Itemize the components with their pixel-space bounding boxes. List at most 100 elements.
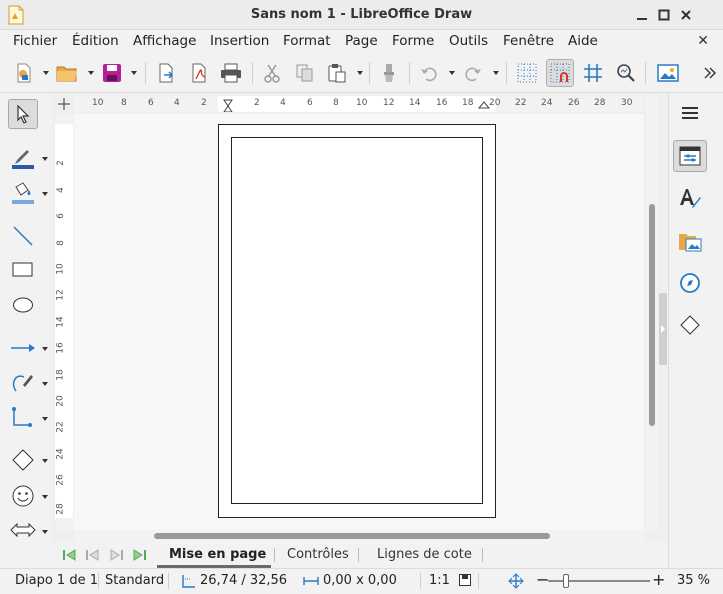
more-tools-chevron-icon[interactable] bbox=[696, 59, 723, 87]
ruler-origin-crosshair-icon[interactable] bbox=[56, 96, 72, 112]
first-tab-icon[interactable] bbox=[62, 547, 78, 563]
hruler-label: 24 bbox=[541, 98, 553, 108]
display-grid-icon[interactable] bbox=[513, 59, 541, 87]
menu-affichage[interactable]: Affichage bbox=[133, 33, 196, 49]
basic-shapes-dropdown-arrow[interactable] bbox=[42, 459, 48, 463]
sidebar-collapse-handle[interactable] bbox=[659, 293, 667, 365]
menu-edition[interactable]: Édition bbox=[72, 33, 119, 49]
lines-arrows-tool-icon[interactable] bbox=[8, 333, 38, 363]
symbol-shapes-dropdown-arrow[interactable] bbox=[42, 495, 48, 499]
drawing-page[interactable] bbox=[218, 124, 496, 518]
hruler-label: 8 bbox=[333, 98, 339, 108]
insert-image-icon[interactable] bbox=[654, 59, 682, 87]
navigator-panel-compass-icon[interactable] bbox=[673, 267, 707, 299]
connectors-tool-icon[interactable] bbox=[8, 403, 38, 433]
window-title: Sans nom 1 - LibreOffice Draw bbox=[250, 7, 473, 22]
menu-page[interactable]: Page bbox=[345, 33, 378, 49]
close-window-icon[interactable] bbox=[677, 6, 695, 24]
hruler-label: 2 bbox=[201, 98, 207, 108]
save-icon[interactable] bbox=[98, 59, 126, 87]
vruler-label: 28 bbox=[55, 503, 66, 515]
paste-icon[interactable] bbox=[323, 59, 351, 87]
menu-forme[interactable]: Forme bbox=[392, 33, 434, 49]
paste-dropdown-arrow[interactable] bbox=[357, 71, 363, 75]
line-color-dropdown-arrow[interactable] bbox=[42, 157, 48, 161]
curves-dropdown-arrow[interactable] bbox=[42, 382, 48, 386]
vertical-ruler[interactable]: 2 4 6 8 10 12 14 16 18 20 22 24 26 28 bbox=[55, 114, 73, 530]
zoom-in-icon[interactable]: + bbox=[652, 570, 665, 589]
redo-icon[interactable] bbox=[459, 59, 487, 87]
cut-icon[interactable] bbox=[258, 59, 286, 87]
last-tab-icon[interactable] bbox=[131, 547, 147, 563]
copy-icon[interactable] bbox=[291, 59, 319, 87]
rectangle-tool-icon[interactable] bbox=[8, 255, 38, 285]
new-document-icon[interactable] bbox=[10, 59, 38, 87]
ellipse-tool-icon[interactable] bbox=[8, 290, 38, 320]
snap-to-grid-icon[interactable] bbox=[546, 59, 574, 87]
clone-formatting-icon[interactable] bbox=[375, 59, 403, 87]
properties-panel-icon[interactable] bbox=[673, 140, 707, 172]
document-modified-icon[interactable] bbox=[459, 574, 471, 590]
tab-mise-en-page[interactable]: Mise en page bbox=[169, 547, 266, 562]
hruler-label: 14 bbox=[409, 98, 421, 108]
tab-lignes-de-cote[interactable]: Lignes de cote bbox=[377, 547, 472, 562]
line-color-icon[interactable] bbox=[8, 143, 38, 173]
master-slide-name[interactable]: Standard bbox=[105, 573, 164, 588]
previous-tab-icon[interactable] bbox=[85, 547, 101, 563]
vruler-label: 4 bbox=[55, 187, 66, 193]
hruler-label: 10 bbox=[92, 98, 104, 108]
connectors-dropdown-arrow[interactable] bbox=[42, 417, 48, 421]
fit-page-icon[interactable] bbox=[508, 573, 524, 593]
open-dropdown-arrow[interactable] bbox=[88, 71, 94, 75]
next-tab-icon[interactable] bbox=[108, 547, 124, 563]
menu-format[interactable]: Format bbox=[283, 33, 331, 49]
vruler-label: 14 bbox=[55, 316, 66, 328]
vertical-scrollbar-thumb[interactable] bbox=[649, 204, 655, 426]
basic-shapes-diamond-icon[interactable] bbox=[8, 445, 38, 475]
horizontal-scrollbar-thumb[interactable] bbox=[154, 533, 550, 539]
block-arrows-dropdown-arrow[interactable] bbox=[42, 530, 48, 534]
styles-panel-icon[interactable] bbox=[673, 183, 707, 215]
menu-outils[interactable]: Outils bbox=[449, 33, 488, 49]
fill-color-icon[interactable] bbox=[8, 178, 38, 208]
open-folder-icon[interactable] bbox=[53, 59, 81, 87]
cursor-position: 26,74 / 32,56 bbox=[200, 573, 288, 588]
new-dropdown-arrow[interactable] bbox=[43, 71, 49, 75]
symbol-shapes-smiley-icon[interactable] bbox=[8, 481, 38, 511]
undo-dropdown-arrow[interactable] bbox=[449, 71, 455, 75]
select-tool-icon[interactable] bbox=[8, 99, 38, 129]
export-icon[interactable] bbox=[152, 59, 180, 87]
close-document-icon[interactable]: ✕ bbox=[697, 33, 709, 49]
print-icon[interactable] bbox=[217, 59, 245, 87]
zoom-slider-knob[interactable] bbox=[563, 574, 569, 588]
zoom-percent[interactable]: 35 % bbox=[677, 573, 710, 588]
undo-icon[interactable] bbox=[415, 59, 443, 87]
sidebar-menu-hamburger-icon[interactable] bbox=[673, 97, 707, 129]
zoom-pan-icon[interactable] bbox=[612, 59, 640, 87]
menu-insertion[interactable]: Insertion bbox=[210, 33, 269, 49]
menu-aide[interactable]: Aide bbox=[568, 33, 598, 49]
line-tool-icon[interactable] bbox=[8, 221, 38, 251]
gallery-panel-icon[interactable] bbox=[673, 225, 707, 257]
fill-color-dropdown-arrow[interactable] bbox=[42, 192, 48, 196]
tab-controles[interactable]: Contrôles bbox=[287, 547, 349, 562]
menu-fichier[interactable]: Fichier bbox=[13, 33, 57, 49]
block-arrows-icon[interactable] bbox=[8, 515, 38, 545]
vruler-label: 22 bbox=[55, 421, 66, 433]
drawing-canvas[interactable] bbox=[74, 114, 644, 530]
save-dropdown-arrow[interactable] bbox=[131, 71, 137, 75]
page-margin-frame bbox=[231, 137, 483, 504]
shapes-panel-diamond-icon[interactable] bbox=[673, 309, 707, 341]
export-pdf-icon[interactable] bbox=[185, 59, 213, 87]
menu-fenetre[interactable]: Fenêtre bbox=[503, 33, 554, 49]
minimize-icon[interactable] bbox=[633, 6, 651, 24]
lines-arrows-dropdown-arrow[interactable] bbox=[42, 347, 48, 351]
curves-tool-icon[interactable] bbox=[8, 367, 38, 397]
vruler-label: 20 bbox=[55, 395, 66, 407]
vertical-scrollbar[interactable] bbox=[646, 94, 658, 530]
maximize-icon[interactable] bbox=[655, 6, 673, 24]
helplines-icon[interactable] bbox=[579, 59, 607, 87]
horizontal-ruler[interactable]: 10 8 6 4 2 2 4 6 8 10 12 14 16 18 20 22 … bbox=[74, 96, 644, 112]
horizontal-scrollbar[interactable] bbox=[74, 530, 646, 542]
redo-dropdown-arrow[interactable] bbox=[493, 71, 499, 75]
